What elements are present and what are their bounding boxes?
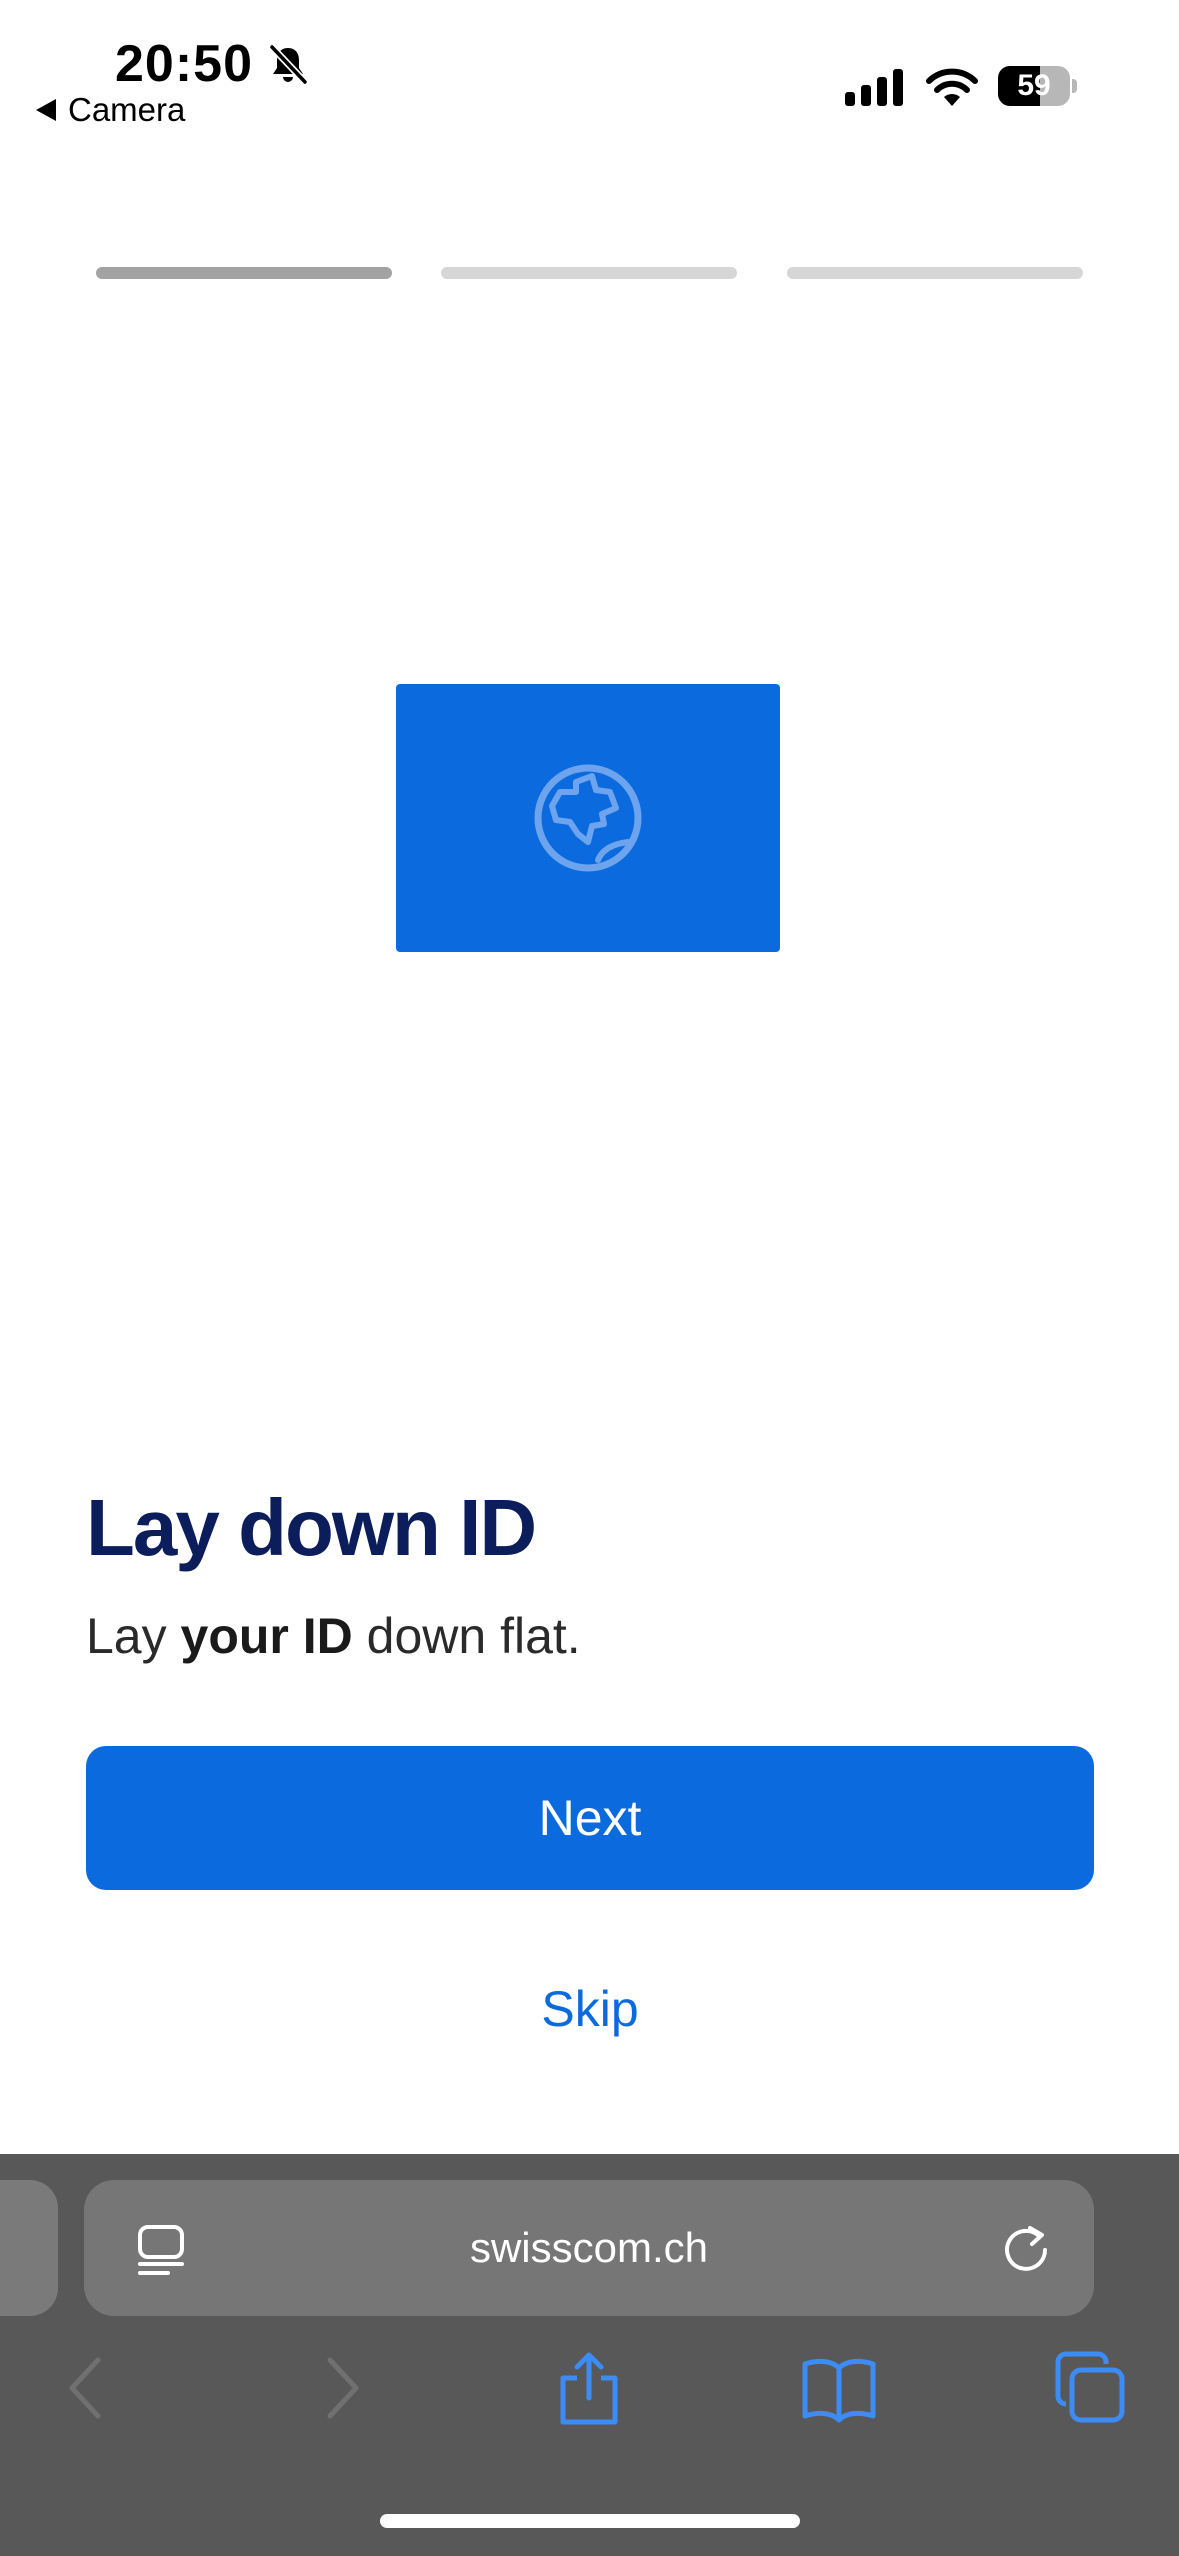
home-indicator[interactable] xyxy=(380,2514,800,2528)
wifi-icon xyxy=(926,68,978,106)
step-indicator-2 xyxy=(441,267,737,279)
battery-percentage: 59 xyxy=(1017,69,1051,102)
back-app-label: Camera xyxy=(68,91,186,128)
progress-stepper xyxy=(96,267,1083,279)
chevron-left-icon[interactable] xyxy=(50,2350,126,2426)
status-time: 20:50 xyxy=(115,35,253,93)
bell-slash-icon xyxy=(269,44,308,85)
previous-tab-preview[interactable] xyxy=(0,2180,58,2316)
globe-icon xyxy=(534,764,642,872)
instruction-text-end: down flat. xyxy=(352,1608,581,1664)
instruction-text-bold: your ID xyxy=(180,1608,353,1664)
book-icon[interactable] xyxy=(801,2350,877,2426)
chevron-right-icon[interactable] xyxy=(302,2350,378,2426)
step-indicator-3 xyxy=(787,267,1083,279)
back-to-app-button[interactable]: Camera xyxy=(36,90,185,130)
page-title: Lay down ID xyxy=(86,1483,537,1572)
reload-icon[interactable] xyxy=(1000,2222,1054,2276)
address-bar[interactable]: swisscom.ch xyxy=(84,2180,1094,2316)
reader-mode-icon[interactable] xyxy=(134,2222,188,2276)
next-button[interactable]: Next xyxy=(86,1746,1094,1890)
url-text[interactable]: swisscom.ch xyxy=(264,2180,914,2316)
id-card-illustration xyxy=(396,684,780,952)
instruction-text-start: Lay xyxy=(86,1608,181,1664)
skip-link[interactable]: Skip xyxy=(440,1974,740,2044)
browser-toolbar: swisscom.ch xyxy=(0,2154,1179,2556)
step-indicator-1 xyxy=(96,267,392,279)
tabs-icon[interactable] xyxy=(1052,2350,1128,2426)
instruction-text: Lay your ID down flat. xyxy=(86,1604,581,1668)
share-icon[interactable] xyxy=(551,2350,627,2426)
screen: 20:50 Camera 59 Lay down ID Lay your ID … xyxy=(0,0,1179,2556)
cellular-signal-icon xyxy=(845,69,903,106)
back-triangle-icon xyxy=(36,99,56,121)
battery-indicator: 59 xyxy=(998,66,1077,106)
